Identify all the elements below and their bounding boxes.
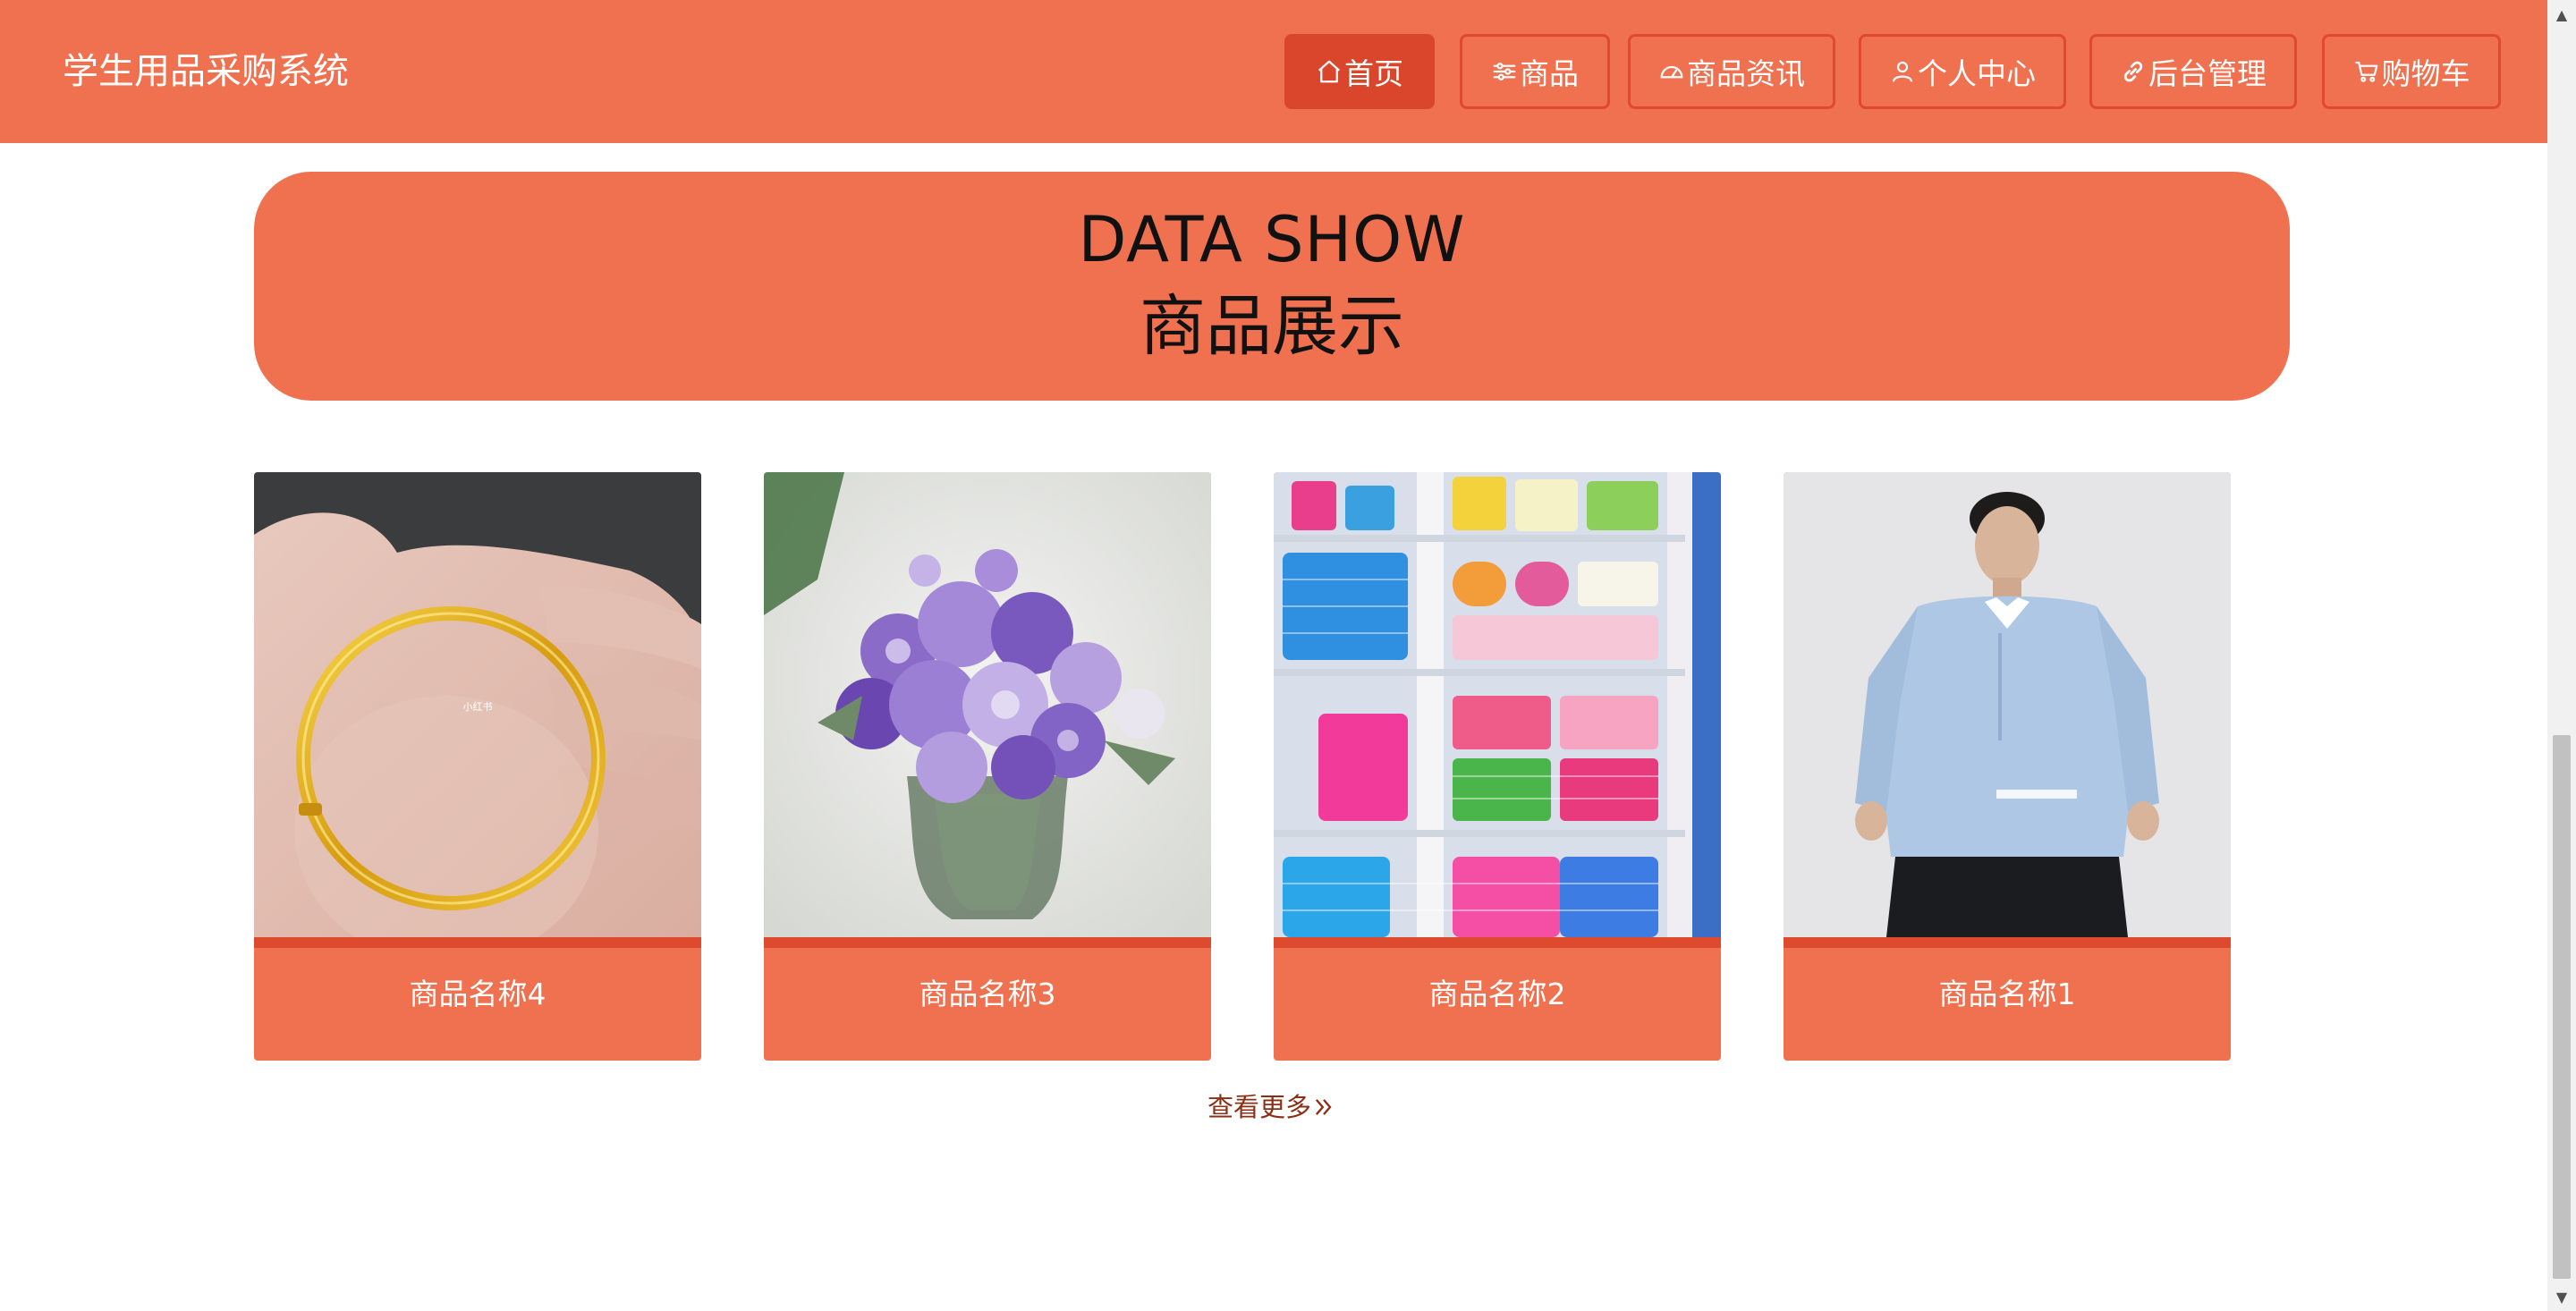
product-card[interactable]: 商品名称1 — [1784, 472, 2231, 1061]
nav-products[interactable]: 商品 — [1460, 34, 1610, 109]
product-name[interactable]: 商品名称3 — [764, 973, 1211, 1016]
banner-title-cn: 商品展示 — [1140, 288, 1404, 365]
nav-news-label: 商品资讯 — [1687, 56, 1805, 91]
scroll-down-arrow-icon[interactable]: ▼ — [2547, 1282, 2576, 1311]
site-title[interactable]: 学生用品采购系统 — [63, 47, 349, 97]
view-more-link[interactable]: 查看更多 — [1208, 1087, 1336, 1127]
card-accent-bar — [1784, 937, 2231, 948]
sliders-icon — [1491, 58, 1518, 85]
double-chevron-right-icon — [1311, 1091, 1336, 1116]
home-icon — [1316, 58, 1343, 85]
cart-icon — [2353, 58, 2380, 85]
section-banner: DATA SHOW 商品展示 — [254, 172, 2290, 401]
product-image-shirt[interactable] — [1784, 472, 2231, 937]
page: 学生用品采购系统 首页 商品 商品资讯 个人中心 后台管理 购物车 DATA S… — [0, 0, 2547, 1311]
link-icon — [2120, 58, 2147, 85]
scrollbar-thumb[interactable] — [2553, 735, 2571, 1279]
card-accent-bar — [1274, 937, 1721, 948]
top-navbar: 学生用品采购系统 首页 商品 商品资讯 个人中心 后台管理 购物车 — [0, 0, 2547, 143]
banner-title-en: DATA SHOW — [1078, 203, 1466, 276]
nav-home[interactable]: 首页 — [1284, 34, 1435, 109]
card-accent-bar — [254, 937, 701, 948]
nav-news[interactable]: 商品资讯 — [1628, 34, 1835, 109]
product-name[interactable]: 商品名称1 — [1784, 973, 2231, 1016]
scroll-up-arrow-icon[interactable]: ▲ — [2547, 0, 2576, 29]
product-image-bracelet[interactable]: 小红书 — [254, 472, 701, 937]
dashboard-icon — [1658, 58, 1685, 85]
card-accent-bar — [764, 937, 1211, 948]
product-card[interactable]: 商品名称3 — [764, 472, 1211, 1061]
nav-products-label: 商品 — [1520, 56, 1579, 91]
nav-profile[interactable]: 个人中心 — [1859, 34, 2066, 109]
nav-cart-label: 购物车 — [2381, 56, 2470, 91]
product-image-baskets[interactable] — [1274, 472, 1721, 937]
nav-admin[interactable]: 后台管理 — [2089, 34, 2297, 109]
product-name[interactable]: 商品名称4 — [254, 973, 701, 1016]
nav-home-label: 首页 — [1344, 56, 1403, 91]
product-image-flowers[interactable] — [764, 472, 1211, 937]
product-card[interactable]: 商品名称2 — [1274, 472, 1721, 1061]
nav-cart[interactable]: 购物车 — [2322, 34, 2501, 109]
nav-profile-label: 个人中心 — [1918, 56, 2036, 91]
product-card[interactable]: 小红书 商品名称4 — [254, 472, 701, 1061]
vertical-scrollbar[interactable]: ▲ ▼ — [2547, 0, 2576, 1311]
view-more-label: 查看更多 — [1208, 1092, 1312, 1122]
user-icon — [1889, 58, 1916, 85]
nav-admin-label: 后台管理 — [2148, 56, 2267, 91]
photo-watermark: 小红书 — [463, 701, 493, 713]
product-name[interactable]: 商品名称2 — [1274, 973, 1721, 1016]
